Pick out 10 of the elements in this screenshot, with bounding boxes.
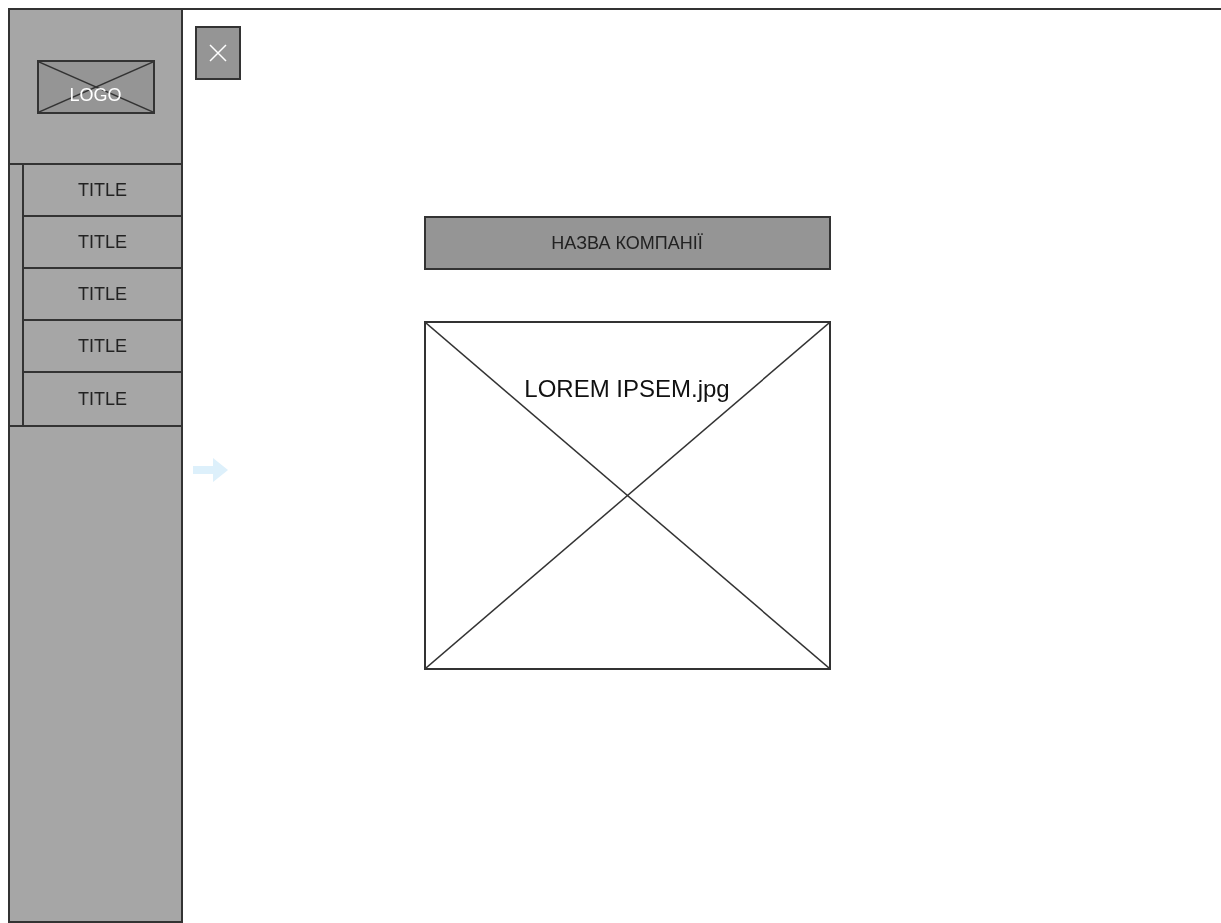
arrow-icon bbox=[193, 458, 228, 482]
menu-item[interactable]: TITLE bbox=[24, 269, 181, 321]
menu-item[interactable]: TITLE bbox=[24, 321, 181, 373]
company-name-bar: НАЗВА КОМПАНІЇ bbox=[423, 216, 831, 270]
menu-item[interactable]: TITLE bbox=[24, 165, 181, 217]
image-caption: LOREM IPSEM.jpg bbox=[524, 374, 730, 404]
menu-item[interactable]: TITLE bbox=[24, 373, 181, 425]
close-icon bbox=[209, 44, 227, 62]
menu-item[interactable]: TITLE bbox=[24, 217, 181, 269]
close-button[interactable] bbox=[195, 26, 241, 80]
